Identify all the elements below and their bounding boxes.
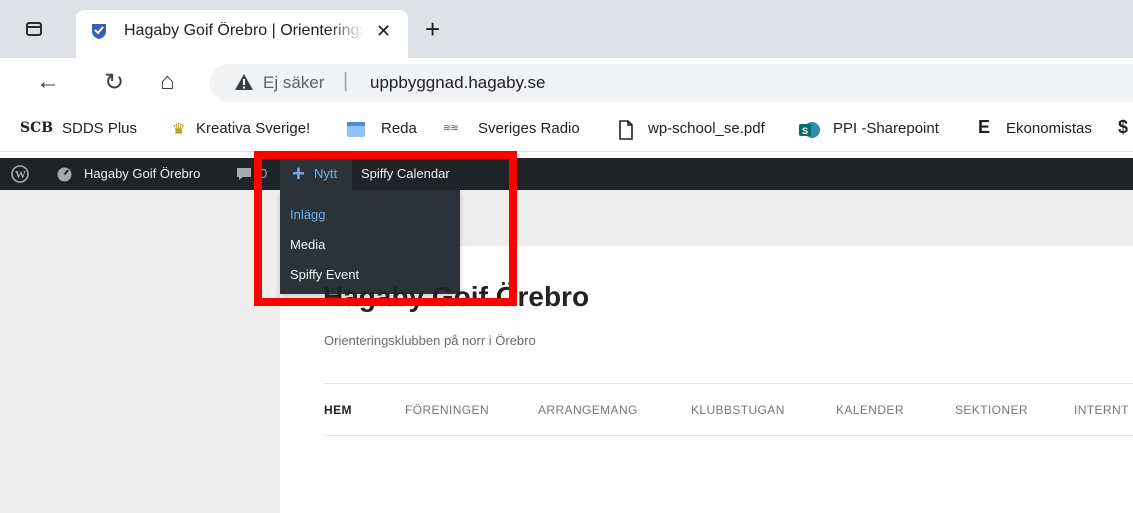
back-icon[interactable]: ← <box>36 68 60 96</box>
bookmark-reda[interactable]: Reda <box>381 120 417 137</box>
menu-divider-top <box>323 383 1133 384</box>
sveriges-radio-icon: ≋≋ <box>443 123 459 134</box>
bookmark-sdds-plus[interactable]: SDDS Plus <box>62 120 137 137</box>
ekonomistas-icon: E <box>978 117 991 137</box>
truncated-bookmark-icon[interactable]: $ <box>1118 117 1128 138</box>
svg-text:S: S <box>802 126 808 136</box>
toolbar: ← ↻ ⌂ Ej säker | uppbyggnad.hagaby.se <box>0 58 1133 108</box>
wordpress-logo-icon[interactable]: W <box>11 165 29 183</box>
bookmark-ppi-sharepoint[interactable]: PPI -Sharepoint <box>833 120 939 137</box>
wp-admin-bar: W Hagaby Goif Örebro 0 + Nytt Spiffy Cal… <box>0 158 1133 190</box>
calendar-icon <box>346 120 366 142</box>
menu-kalender[interactable]: KALENDER <box>836 403 904 417</box>
menu-hem[interactable]: HEM <box>324 403 352 417</box>
tab-actions-icon[interactable] <box>24 20 44 40</box>
url-text[interactable]: uppbyggnad.hagaby.se <box>370 73 546 93</box>
left-gray-area <box>0 190 280 513</box>
active-tab[interactable]: Hagaby Goif Örebro | Orienteringsklubben… <box>76 10 408 58</box>
security-label: Ej säker <box>263 73 325 92</box>
svg-text:W: W <box>15 169 26 181</box>
menu-divider-bottom <box>323 435 1133 436</box>
address-separator: | <box>343 70 349 92</box>
scb-icon: SCB <box>20 120 54 136</box>
new-tab-button[interactable]: + <box>425 14 440 45</box>
document-icon <box>618 120 634 144</box>
site-favicon-icon <box>92 24 106 39</box>
warning-icon[interactable] <box>234 72 254 92</box>
tab-strip: Hagaby Goif Örebro | Orienteringsklubben… <box>0 0 1133 58</box>
menu-klubbstugan[interactable]: KLUBBSTUGAN <box>691 403 785 417</box>
comment-icon[interactable] <box>236 167 252 181</box>
bookmark-kreativa-sverige[interactable]: Kreativa Sverige! <box>196 120 310 137</box>
tab-title: Hagaby Goif Örebro | Orienteringsklubben… <box>124 22 364 39</box>
menu-arrangemang[interactable]: ARRANGEMANG <box>538 403 638 417</box>
crown-icon: ♛ <box>172 121 186 138</box>
sharepoint-icon: S <box>798 120 820 144</box>
address-bar[interactable]: Ej säker | uppbyggnad.hagaby.se <box>210 64 1133 102</box>
home-icon[interactable]: ⌂ <box>160 68 175 96</box>
bookmark-ekonomistas[interactable]: Ekonomistas <box>1006 120 1092 137</box>
bookmark-sveriges-radio[interactable]: Sveriges Radio <box>478 120 580 137</box>
menu-foreningen[interactable]: FÖRENINGEN <box>405 403 489 417</box>
dashboard-icon <box>57 167 72 182</box>
menu-sektioner[interactable]: SEKTIONER <box>955 403 1028 417</box>
reload-icon[interactable]: ↻ <box>104 68 124 97</box>
admin-site-name[interactable]: Hagaby Goif Örebro <box>84 166 200 181</box>
bookmark-wp-school[interactable]: wp-school_se.pdf <box>648 120 765 137</box>
menu-internt[interactable]: INTERNT <box>1074 403 1129 417</box>
site-tagline: Orienteringsklubben på norr i Örebro <box>324 333 536 348</box>
bookmarks-bar: SCB SDDS Plus ♛ Kreativa Sverige! Reda ≋… <box>0 108 1133 152</box>
tab-close-icon[interactable]: ✕ <box>376 21 391 42</box>
highlight-box <box>254 151 517 306</box>
